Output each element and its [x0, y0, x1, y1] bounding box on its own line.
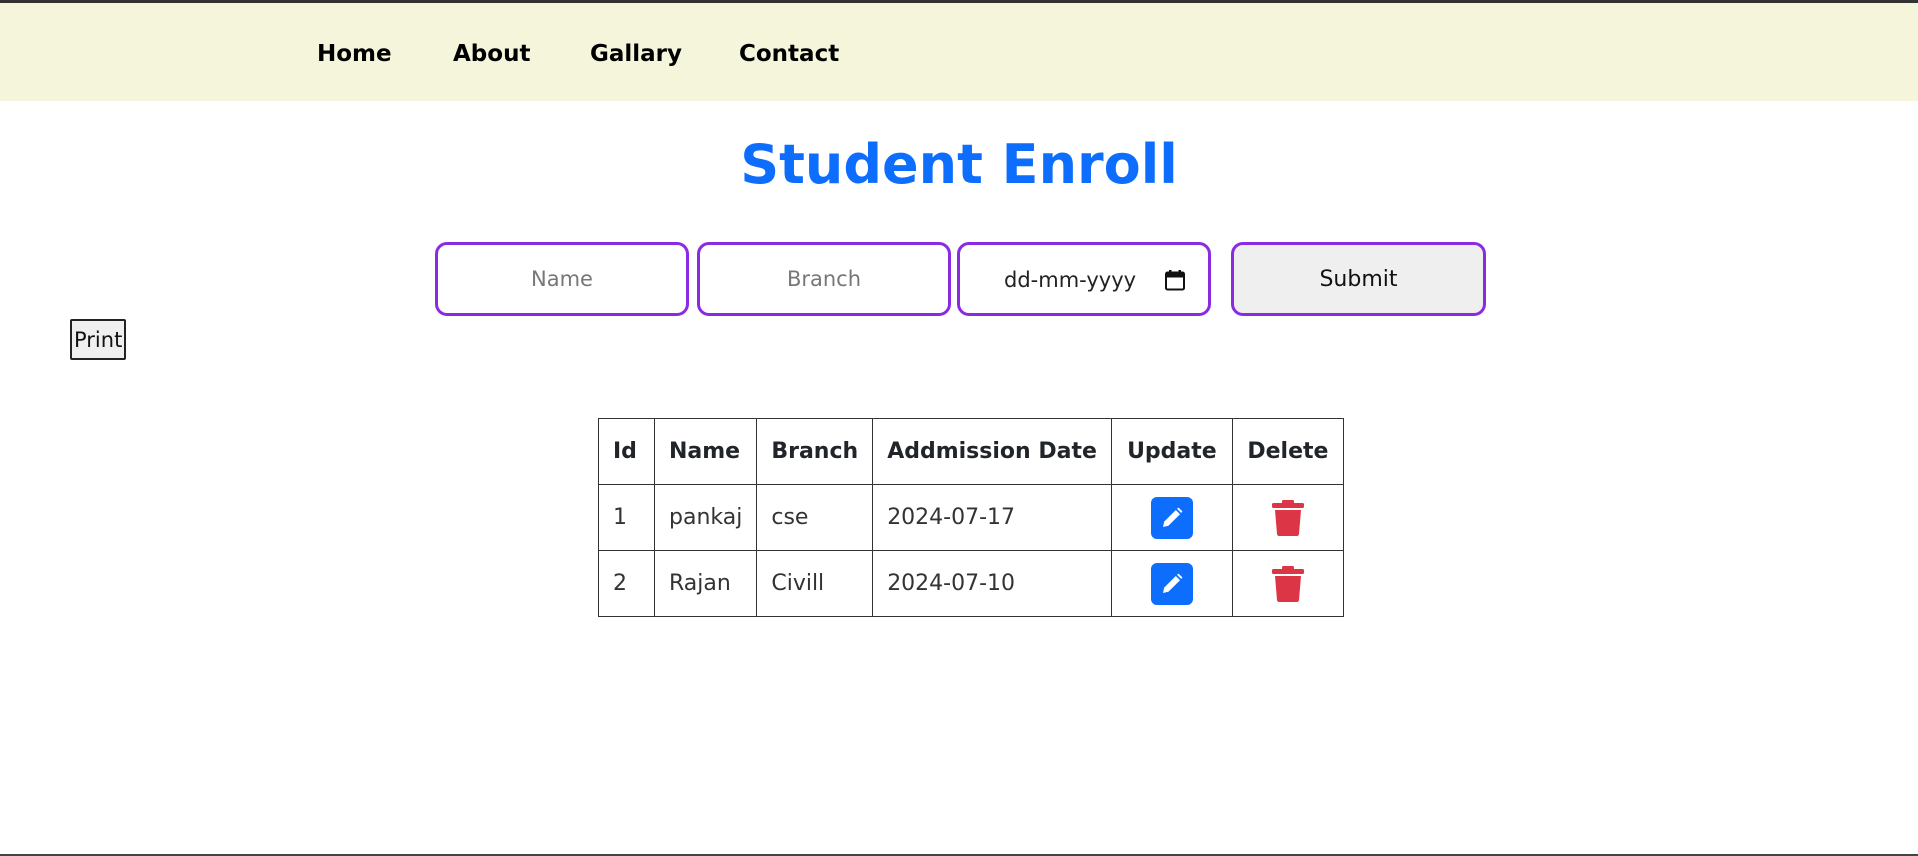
cell-update	[1110, 550, 1233, 617]
pencil-icon	[1162, 573, 1183, 593]
column-header-update: Update	[1110, 418, 1233, 485]
cell-update	[1110, 484, 1233, 551]
cell-admission-date: 2024-07-10	[872, 550, 1112, 617]
table-row: 2 Rajan Civill 2024-07-10	[598, 550, 1344, 617]
column-header-id: Id	[598, 418, 655, 485]
cell-id: 1	[598, 484, 655, 551]
trash-icon[interactable]	[1271, 499, 1305, 537]
nav-link-home[interactable]: Home	[317, 40, 392, 68]
cell-admission-date: 2024-07-17	[872, 484, 1112, 551]
update-button[interactable]	[1150, 562, 1193, 605]
nav-link-contact[interactable]: Contact	[739, 40, 839, 68]
column-header-delete: Delete	[1231, 418, 1344, 485]
name-input[interactable]	[435, 242, 689, 316]
column-header-admission-date: Addmission Date	[872, 418, 1112, 485]
cell-name: Rajan	[653, 550, 758, 617]
navbar: Home About Gallary Contact	[0, 3, 1918, 101]
date-placeholder: dd-mm-yyyy	[1004, 268, 1137, 292]
column-header-name: Name	[653, 418, 758, 485]
cell-branch: Civill	[756, 550, 874, 617]
print-button[interactable]: Print	[70, 319, 126, 360]
column-header-branch: Branch	[756, 418, 874, 485]
cell-delete	[1231, 484, 1344, 551]
calendar-icon[interactable]	[1164, 269, 1186, 291]
pencil-icon	[1162, 507, 1183, 527]
cell-branch: cse	[756, 484, 874, 551]
cell-name: pankaj	[653, 484, 758, 551]
students-table: Id Name Branch Addmission Date Update De…	[598, 418, 1344, 617]
branch-input[interactable]	[697, 242, 951, 316]
trash-icon[interactable]	[1271, 565, 1305, 603]
page-title: Student Enroll	[740, 133, 1178, 196]
table-header-row: Id Name Branch Addmission Date Update De…	[598, 418, 1344, 485]
table-row: 1 pankaj cse 2024-07-17	[598, 484, 1344, 551]
submit-button[interactable]: Submit	[1231, 242, 1486, 316]
cell-delete	[1231, 550, 1344, 617]
admission-date-input[interactable]: dd-mm-yyyy	[957, 242, 1211, 316]
cell-id: 2	[598, 550, 655, 617]
update-button[interactable]	[1150, 496, 1193, 539]
nav-link-gallary[interactable]: Gallary	[590, 40, 682, 68]
nav-link-about[interactable]: About	[453, 40, 530, 68]
